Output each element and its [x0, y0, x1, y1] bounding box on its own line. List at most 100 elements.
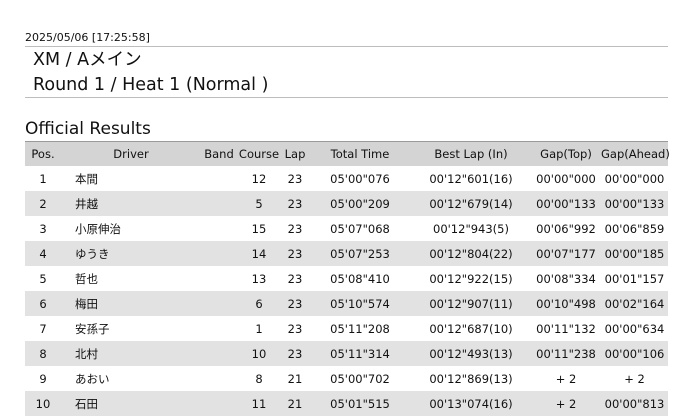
- cell-gap-ahead: 00'00"185: [601, 241, 668, 266]
- col-header-course: Course: [237, 141, 281, 166]
- cell-course: 15: [251, 221, 267, 236]
- cell-lap: 23: [287, 321, 303, 336]
- round-line: Round 1 / Heat 1 (Normal ): [33, 75, 269, 95]
- cell-band: [201, 216, 237, 241]
- cell-gap-top: 00'11"238: [531, 341, 601, 366]
- cell-pos: 1: [39, 171, 47, 186]
- cell-best-lap: 00'12"943(5): [433, 221, 509, 236]
- cell-course: 14: [237, 241, 281, 266]
- race-header: XM / Aメイン Round 1 / Heat 1 (Normal ): [33, 48, 268, 98]
- cell-pos: 7: [39, 321, 47, 336]
- cell-gap-ahead: 00'01"157: [604, 271, 665, 286]
- cell-driver: 安孫子: [75, 321, 110, 336]
- cell-gap-ahead: 00'00"106: [601, 341, 668, 366]
- cell-gap-ahead: 00'06"859: [604, 221, 665, 236]
- cell-lap: 23: [287, 171, 303, 186]
- cell-total-time: 05'11"208: [330, 321, 390, 336]
- cell-best-lap: 00'12"804(22): [411, 241, 531, 266]
- cell-course: 11: [237, 391, 281, 416]
- cell-best-lap: 00'12"493(13): [411, 341, 531, 366]
- cell-gap-ahead: 00'00"634: [604, 321, 665, 336]
- cell-band: [201, 241, 237, 266]
- report-timestamp: 2025/05/06 [17:25:58]: [25, 31, 150, 44]
- cell-total-time: 05'00"076: [330, 171, 390, 186]
- table-row: 3 小原伸治 15 23 05'07"068 00'12"943(5) 00'0…: [25, 216, 668, 241]
- col-header-lap: Lap: [281, 141, 309, 166]
- cell-band: [201, 266, 237, 291]
- cell-total-time: 05'00"702: [330, 371, 390, 386]
- cell-pos: 3: [39, 221, 47, 236]
- cell-gap-top: 00'07"177: [531, 241, 601, 266]
- cell-pos: 6: [25, 291, 61, 316]
- cell-gap-ahead: 00'00"000: [604, 171, 665, 186]
- cell-driver: 石田: [61, 391, 201, 416]
- table-row: 10 石田 11 21 05'01"515 00'13"074(16) + 2 …: [25, 391, 668, 416]
- cell-gap-top: 00'00"133: [531, 191, 601, 216]
- cell-course: 1: [255, 321, 263, 336]
- col-header-gap-ahead: Gap(Ahead): [601, 141, 670, 166]
- cell-best-lap: 00'12"922(15): [429, 271, 513, 286]
- table-row: 7 安孫子 1 23 05'11"208 00'12"687(10) 00'11…: [25, 316, 668, 341]
- cell-best-lap: 00'13"074(16): [411, 391, 531, 416]
- cell-driver: あおい: [75, 371, 110, 386]
- header-divider-top: [25, 46, 668, 47]
- cell-total-time: 05'11"314: [309, 341, 411, 366]
- table-row: 5 哲也 13 23 05'08"410 00'12"922(15) 00'08…: [25, 266, 668, 291]
- cell-pos: 5: [39, 271, 47, 286]
- cell-course: 13: [251, 271, 267, 286]
- cell-pos: 9: [39, 371, 47, 386]
- cell-total-time: 05'07"253: [309, 241, 411, 266]
- cell-band: [201, 316, 237, 341]
- table-row: 8 北村 10 23 05'11"314 00'12"493(13) 00'11…: [25, 341, 668, 366]
- table-row: 1 本間 12 23 05'00"076 00'12"601(16) 00'00…: [25, 166, 668, 191]
- cell-lap: 23: [287, 221, 303, 236]
- cell-best-lap: 00'12"687(10): [429, 321, 513, 336]
- cell-total-time: 05'10"574: [309, 291, 411, 316]
- cell-gap-top: 00'06"992: [536, 221, 596, 236]
- cell-band: [201, 166, 237, 191]
- cell-course: 5: [237, 191, 281, 216]
- cell-driver: ゆうき: [61, 241, 201, 266]
- cell-gap-top: + 2: [555, 371, 577, 386]
- cell-best-lap: 00'12"869(13): [429, 371, 513, 386]
- col-header-band: Band: [201, 141, 237, 166]
- cell-gap-ahead: 00'02"164: [601, 291, 668, 316]
- cell-driver: 井越: [61, 191, 201, 216]
- cell-driver: 哲也: [75, 271, 98, 286]
- cell-gap-top: 00'08"334: [536, 271, 596, 286]
- cell-gap-top: 00'10"498: [531, 291, 601, 316]
- table-header-row: Pos. Driver Band Course Lap Total Time B…: [25, 141, 670, 166]
- cell-best-lap: 00'12"601(16): [429, 171, 513, 186]
- cell-pos: 8: [25, 341, 61, 366]
- col-header-driver: Driver: [61, 141, 201, 166]
- class-line: XM / Aメイン: [33, 50, 142, 70]
- cell-gap-top: 00'00"000: [536, 171, 596, 186]
- results-table: Pos. Driver Band Course Lap Total Time B…: [25, 141, 670, 416]
- cell-lap: 23: [281, 291, 309, 316]
- table-row: 6 梅田 6 23 05'10"574 00'12"907(11) 00'10"…: [25, 291, 668, 316]
- cell-gap-top: 00'11"132: [536, 321, 596, 336]
- cell-gap-top: + 2: [531, 391, 601, 416]
- table-row: 4 ゆうき 14 23 05'07"253 00'12"804(22) 00'0…: [25, 241, 668, 266]
- cell-total-time: 05'08"410: [330, 271, 390, 286]
- cell-gap-ahead: 00'00"133: [601, 191, 668, 216]
- header-divider-bottom: [25, 97, 668, 98]
- cell-lap: 23: [281, 341, 309, 366]
- cell-gap-ahead: 00'00"813: [601, 391, 668, 416]
- cell-driver: 北村: [61, 341, 201, 366]
- cell-total-time: 05'00"209: [309, 191, 411, 216]
- cell-driver: 本間: [75, 171, 98, 186]
- col-header-best-lap: Best Lap (In): [411, 141, 531, 166]
- cell-pos: 10: [25, 391, 61, 416]
- cell-band: [201, 366, 237, 391]
- cell-lap: 21: [287, 371, 303, 386]
- col-header-gap-top: Gap(Top): [531, 141, 601, 166]
- cell-driver: 梅田: [61, 291, 201, 316]
- results-title: Official Results: [25, 119, 151, 139]
- cell-band: [201, 391, 237, 416]
- cell-total-time: 05'01"515: [309, 391, 411, 416]
- cell-best-lap: 00'12"907(11): [411, 291, 531, 316]
- col-header-total-time: Total Time: [309, 141, 411, 166]
- cell-lap: 23: [281, 191, 309, 216]
- cell-course: 6: [237, 291, 281, 316]
